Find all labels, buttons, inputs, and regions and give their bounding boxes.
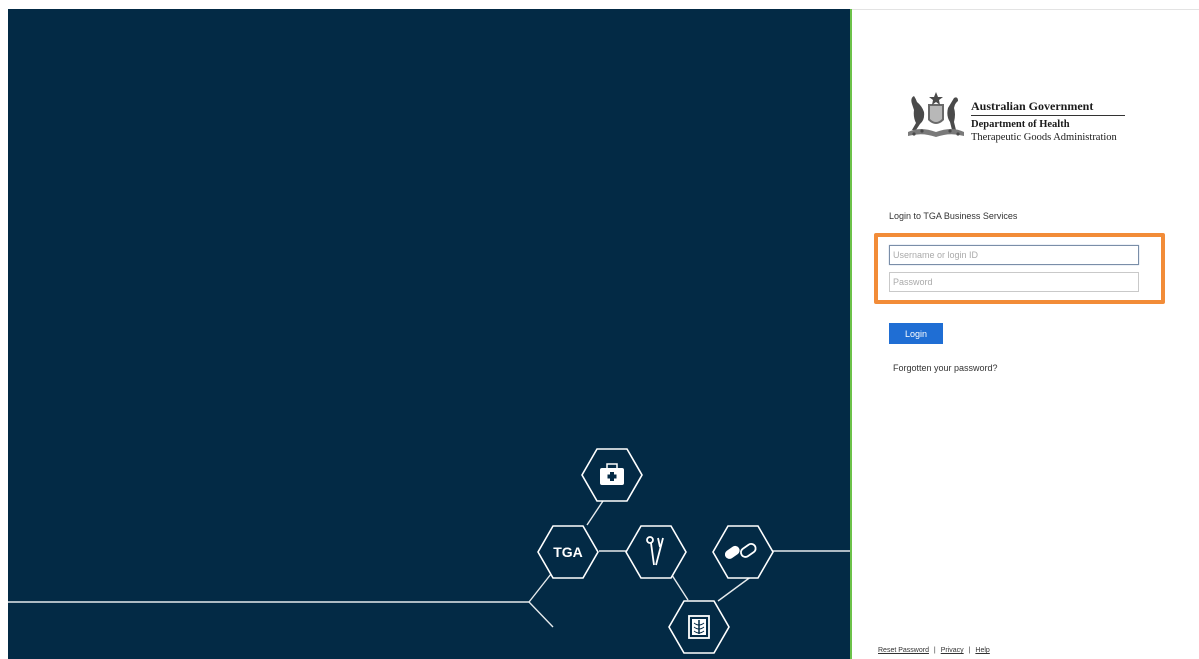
- footer-separator: |: [968, 647, 971, 654]
- forgot-password-link[interactable]: Forgotten your password?: [893, 363, 998, 373]
- footer-links: Reset Password | Privacy | Help: [878, 647, 990, 654]
- coat-of-arms-icon: [908, 92, 964, 137]
- australian-government-logo: Australian Government Department of Heal…: [904, 90, 1134, 150]
- tga-label: TGA: [553, 544, 583, 560]
- username-input[interactable]: [889, 245, 1139, 265]
- login-button[interactable]: Login: [889, 323, 943, 344]
- reset-password-link[interactable]: Reset Password: [878, 647, 929, 654]
- privacy-link[interactable]: Privacy: [941, 647, 964, 654]
- footer-separator: |: [933, 647, 936, 654]
- surgical-tools-hexagon: [625, 525, 687, 579]
- gov-title-rule: [971, 115, 1125, 116]
- agency-name: Therapeutic Goods Administration: [971, 132, 1117, 143]
- help-link[interactable]: Help: [975, 647, 989, 654]
- credentials-highlight: [874, 233, 1165, 304]
- pills-hexagon: [712, 525, 774, 579]
- login-heading: Login to TGA Business Services: [889, 211, 1018, 221]
- password-input[interactable]: [889, 272, 1139, 292]
- tga-hexagon-graphic: TGA: [8, 448, 850, 654]
- brand-panel: TGA: [8, 9, 850, 659]
- login-panel: Australian Government Department of Heal…: [852, 10, 1199, 659]
- gov-title: Australian Government: [971, 99, 1094, 113]
- xray-icon: [688, 615, 710, 639]
- department-name: Department of Health: [971, 119, 1070, 130]
